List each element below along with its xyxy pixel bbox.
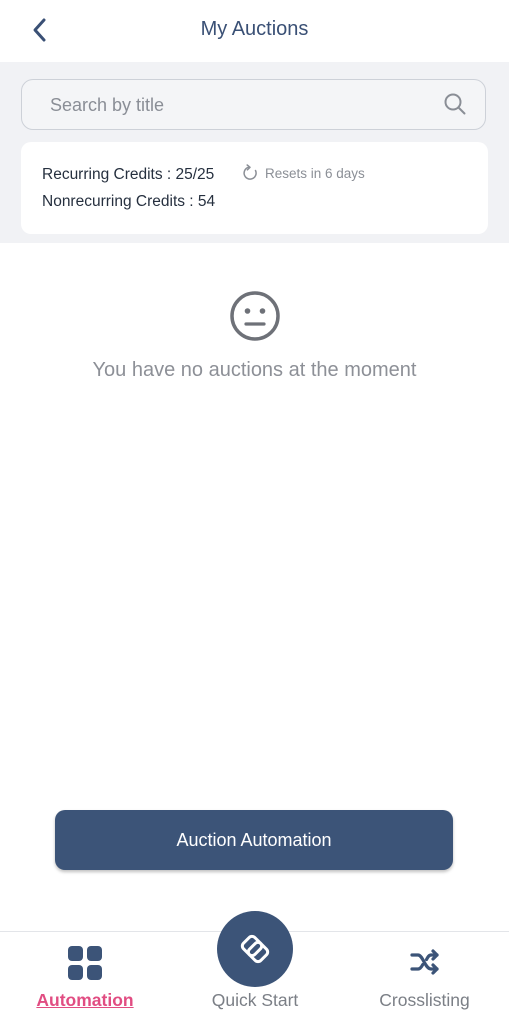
bottom-nav: Automation Quick Start Crosslisting — [0, 911, 509, 1025]
nav-item-label: Crosslisting — [379, 990, 470, 1010]
credits-card: Recurring Credits : 25/25 Nonrecurring C… — [21, 142, 488, 234]
reset-text: Resets in 6 days — [265, 165, 365, 181]
grid-icon — [68, 946, 102, 980]
recurring-credits: Recurring Credits : 25/25 — [42, 166, 215, 183]
nav-item-automation[interactable]: Automation — [0, 932, 170, 1025]
quick-start-button[interactable] — [217, 911, 293, 987]
page-title: My Auctions — [200, 18, 309, 40]
nav-item-label: Automation — [36, 990, 134, 1010]
auction-automation-button[interactable]: Auction Automation — [55, 810, 453, 870]
nonrecurring-credits: Nonrecurring Credits : 54 — [42, 193, 216, 210]
quick-start-icon — [240, 934, 270, 964]
empty-state-message: You have no auctions at the moment — [92, 359, 417, 381]
top-panel: Recurring Credits : 25/25 Nonrecurring C… — [0, 62, 509, 243]
shuffle-icon — [410, 949, 439, 975]
reset-info: Resets in 6 days — [243, 164, 365, 182]
neutral-face-icon — [230, 291, 280, 341]
refresh-icon — [243, 164, 257, 180]
search-input[interactable] — [48, 80, 432, 130]
search-icon[interactable] — [443, 92, 467, 116]
app-header: My Auctions — [0, 0, 509, 62]
nav-item-label: Quick Start — [211, 990, 299, 1010]
nav-item-crosslisting[interactable]: Crosslisting — [340, 932, 509, 1025]
nav-item-quick-start[interactable]: Quick Start — [170, 911, 340, 1025]
search-bar[interactable] — [21, 79, 486, 130]
